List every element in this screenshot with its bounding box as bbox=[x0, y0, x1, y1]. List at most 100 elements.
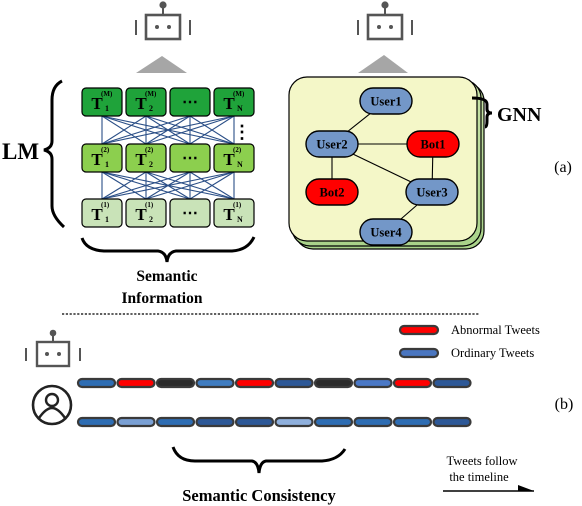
node-label: User1 bbox=[370, 95, 401, 109]
semantic-information-label-line2: Information bbox=[122, 290, 203, 307]
arrow-up-icon bbox=[358, 55, 408, 73]
tweet-shape bbox=[76, 377, 117, 389]
token-superscript: (1) bbox=[145, 201, 154, 209]
node-label: User4 bbox=[370, 226, 402, 240]
node-label: User2 bbox=[316, 138, 347, 152]
legend: Abnormal Tweets Ordinary Tweets bbox=[398, 323, 540, 360]
tweet-shape bbox=[274, 416, 314, 428]
tweet bbox=[195, 377, 235, 389]
token-subscript: N bbox=[237, 104, 243, 113]
tweet-shape bbox=[234, 377, 275, 389]
user-node: User2 bbox=[305, 130, 359, 158]
tweet-shape bbox=[398, 347, 440, 359]
tweet bbox=[155, 416, 196, 428]
token-superscript: (M) bbox=[145, 90, 157, 98]
legend-swatch bbox=[398, 347, 440, 359]
tweet-shape bbox=[155, 377, 196, 389]
user-node: User1 bbox=[359, 87, 413, 115]
node-label: User3 bbox=[416, 186, 447, 200]
token-cell: T N(1) bbox=[213, 198, 255, 228]
semantic-information-brace bbox=[80, 236, 256, 263]
tweet-sequences bbox=[76, 377, 472, 428]
legend-item: Abnormal Tweets bbox=[398, 323, 540, 337]
tweet-shape bbox=[195, 416, 235, 428]
token-superscript: (2) bbox=[145, 146, 154, 154]
tweet-sequence bbox=[76, 377, 472, 389]
node-label: Bot2 bbox=[320, 186, 345, 200]
timeline-label-line1: Tweets follow bbox=[447, 454, 518, 468]
token-cell: ⋯ bbox=[169, 143, 211, 173]
token-cell: ⋯ bbox=[169, 87, 211, 117]
arrow-up-icon bbox=[136, 56, 187, 73]
tweet bbox=[432, 377, 472, 389]
node-label: Bot1 bbox=[421, 138, 446, 152]
vertical-ellipsis: ⋮ bbox=[233, 122, 251, 142]
lm-layer: T 1(M) T 2(M) ⋯ T N(M) bbox=[81, 87, 255, 117]
timeline-label-line2: the timeline bbox=[449, 470, 509, 484]
tweet-shape bbox=[353, 416, 393, 428]
tweet-shape bbox=[313, 377, 354, 389]
token-superscript: (2) bbox=[233, 146, 242, 154]
tweet-shape bbox=[195, 377, 235, 389]
tweet bbox=[155, 377, 196, 389]
tweet-shape bbox=[116, 416, 156, 428]
tweet-shape bbox=[76, 416, 117, 428]
token-superscript: (1) bbox=[233, 201, 242, 209]
lm-layers: T 1(M) T 2(M) ⋯ T N(M)T 1(2) T 2(2) ⋯ T N(2)T 1(1) T 2(… bbox=[81, 87, 255, 228]
tweet-shape bbox=[398, 324, 440, 336]
gnn-label: GNN bbox=[497, 104, 542, 126]
token-ellipsis: ⋯ bbox=[182, 205, 198, 222]
legend-swatch bbox=[398, 324, 440, 336]
token-cell: T 1(1) bbox=[81, 198, 123, 228]
tweet bbox=[234, 377, 275, 389]
token-cell: T N(M) bbox=[213, 87, 255, 117]
tweet bbox=[76, 377, 117, 389]
tweet bbox=[195, 416, 235, 428]
token-subscript: 2 bbox=[149, 160, 153, 169]
bot-node: Bot2 bbox=[305, 178, 359, 206]
lm-layer: T 1(2) T 2(2) ⋯ T N(2) bbox=[81, 143, 255, 173]
tweet bbox=[392, 377, 433, 389]
legend-item: Ordinary Tweets bbox=[398, 346, 534, 360]
token-subscript: N bbox=[237, 160, 243, 169]
tweet-sequence bbox=[76, 416, 472, 428]
tweet bbox=[432, 416, 472, 428]
token-subscript: 1 bbox=[105, 104, 109, 113]
token-cell: ⋯ bbox=[169, 198, 211, 228]
token-superscript: (M) bbox=[101, 90, 113, 98]
user-icon bbox=[31, 384, 73, 426]
token-subscript: 2 bbox=[149, 104, 153, 113]
token-cell: T 2(1) bbox=[125, 198, 167, 228]
tweet-shape bbox=[432, 416, 472, 428]
lm-layer: T 1(1) T 2(1) ⋯ T N(1) bbox=[81, 198, 255, 228]
user-node: User4 bbox=[359, 218, 413, 246]
lm-brace bbox=[43, 79, 66, 229]
tweet bbox=[116, 377, 156, 389]
tweet bbox=[116, 416, 156, 428]
token-superscript: (2) bbox=[101, 146, 110, 154]
tweet bbox=[274, 377, 314, 389]
token-ellipsis: ⋯ bbox=[182, 94, 198, 111]
tweet bbox=[76, 416, 117, 428]
bot-node: Bot1 bbox=[406, 130, 460, 158]
tweet bbox=[353, 416, 393, 428]
lm-label: LM bbox=[2, 139, 39, 164]
panel-a-label: (a) bbox=[554, 159, 572, 176]
timeline-arrow bbox=[443, 485, 534, 492]
robot-icon bbox=[25, 329, 81, 368]
tweet bbox=[234, 416, 275, 428]
robot-icon bbox=[135, 1, 191, 41]
tweet bbox=[392, 416, 433, 428]
token-subscript: N bbox=[237, 215, 243, 224]
tweet-shape bbox=[432, 377, 472, 389]
tweet-shape bbox=[313, 416, 354, 428]
tweet bbox=[353, 377, 393, 389]
legend-label: Abnormal Tweets bbox=[451, 323, 540, 337]
legend-label: Ordinary Tweets bbox=[451, 346, 534, 360]
token-cell: T 1(M) bbox=[81, 87, 123, 117]
token-cell: T 1(2) bbox=[81, 143, 123, 173]
tweet-shape bbox=[234, 416, 275, 428]
token-subscript: 2 bbox=[149, 215, 153, 224]
tweet-shape bbox=[392, 416, 433, 428]
semantic-information-label-line1: Semantic bbox=[136, 268, 197, 285]
